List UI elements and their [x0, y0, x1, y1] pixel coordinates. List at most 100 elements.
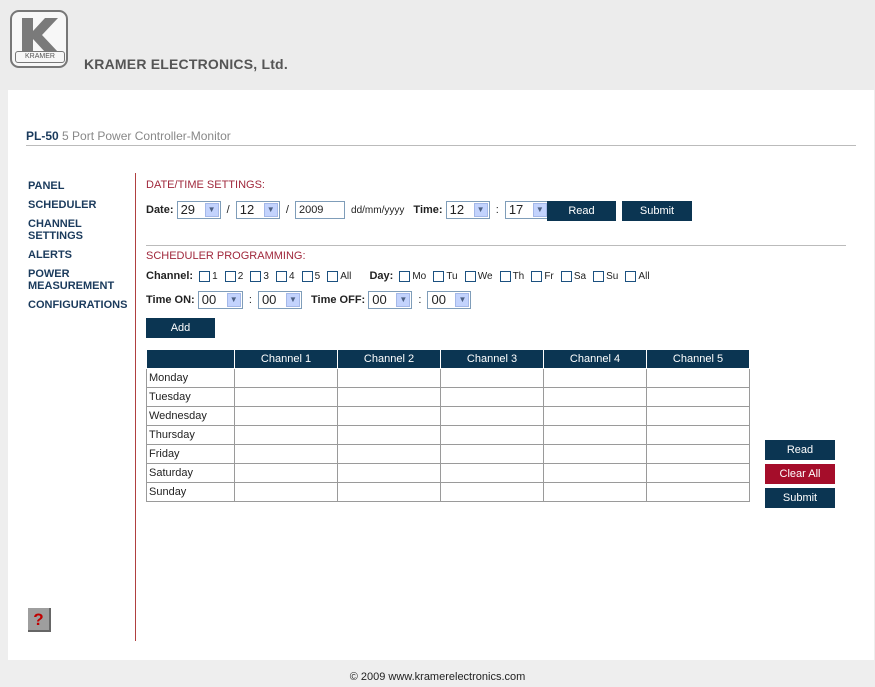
hour-value: 12: [449, 202, 465, 217]
day-tu-checkbox[interactable]: [433, 270, 445, 282]
schedule-cell: [234, 406, 338, 426]
datetime-submit-button[interactable]: Submit: [622, 201, 692, 221]
logo-wordmark: KRAMER: [15, 51, 65, 63]
channel-1-checkbox[interactable]: [199, 270, 211, 282]
day-all-label: All: [638, 270, 650, 282]
day-su-checkbox[interactable]: [593, 270, 605, 282]
schedule-cell: [234, 368, 338, 388]
day-sa-checkbox[interactable]: [560, 270, 572, 282]
help-button[interactable]: ?: [28, 608, 51, 632]
channel-all-checkbox[interactable]: [327, 270, 339, 282]
schedule-cell: [234, 425, 338, 445]
date-format-hint: dd/mm/yyyy: [351, 204, 405, 216]
channel-3-label: 3: [263, 270, 269, 282]
datetime-row: Date: 29 ▼ / 12 ▼ / 2009 dd/mm/yyyy Time: …: [146, 201, 549, 219]
day-select[interactable]: 29 ▼: [176, 201, 221, 219]
day-cell: Monday: [146, 368, 235, 388]
time-label: Time:: [413, 203, 443, 216]
header: KRAMER KRAMER ELECTRONICS, Ltd.: [0, 0, 875, 90]
clear-all-button[interactable]: Clear All: [765, 464, 835, 484]
nav-alerts[interactable]: ALERTS: [28, 249, 138, 261]
table-row: Friday: [146, 444, 750, 464]
schedule-submit-button[interactable]: Submit: [765, 488, 835, 508]
add-button[interactable]: Add: [146, 318, 215, 338]
sidebar-nav: PANEL SCHEDULER CHANNEL SETTINGS ALERTS …: [28, 180, 138, 318]
date-separator: /: [226, 204, 230, 216]
nav-power-measurement[interactable]: POWER MEASUREMENT: [28, 268, 138, 292]
channel-5-checkbox[interactable]: [301, 270, 313, 282]
schedule-cell: [543, 444, 647, 464]
day-fr-checkbox[interactable]: [531, 270, 543, 282]
day-we-checkbox[interactable]: [464, 270, 476, 282]
table-header-cell: Channel 3: [440, 349, 544, 369]
day-label: Day:: [369, 270, 394, 283]
schedule-cell: [543, 406, 647, 426]
chevron-down-icon: ▼: [455, 293, 470, 307]
schedule-cell: [543, 387, 647, 407]
schedule-cell: [646, 368, 750, 388]
channel-label: Channel:: [146, 270, 194, 283]
nav-scheduler[interactable]: SCHEDULER: [28, 199, 138, 211]
schedule-cell: [543, 425, 647, 445]
nav-configurations[interactable]: CONFIGURATIONS: [28, 299, 138, 311]
datetime-read-button[interactable]: Read: [547, 201, 616, 221]
schedule-cell: [337, 387, 441, 407]
product-description: 5 Port Power Controller-Monitor: [62, 129, 231, 143]
schedule-cell: [337, 406, 441, 426]
schedule-cell: [440, 387, 544, 407]
schedule-cell: [646, 444, 750, 464]
nav-channel-settings[interactable]: CHANNEL SETTINGS: [28, 218, 138, 242]
table-row: Thursday: [146, 425, 750, 445]
month-select[interactable]: 12 ▼: [235, 201, 280, 219]
day-tu-label: Tu: [446, 270, 458, 282]
nav-panel[interactable]: PANEL: [28, 180, 138, 192]
table-header-row: Channel 1 Channel 2 Channel 3 Channel 4 …: [146, 349, 750, 369]
time-on-off-row: Time ON: 00 ▼ : 00 ▼ Time OFF: 00 ▼ : 00 ▼: [146, 291, 472, 309]
schedule-cell: [543, 482, 647, 502]
day-th-checkbox[interactable]: [499, 270, 511, 282]
hour-select[interactable]: 12 ▼: [445, 201, 490, 219]
channel-4-label: 4: [289, 270, 295, 282]
channel-3-checkbox[interactable]: [250, 270, 262, 282]
schedule-cell: [440, 425, 544, 445]
scheduler-section-title: SCHEDULER PROGRAMMING:: [146, 250, 306, 262]
day-all-checkbox[interactable]: [625, 270, 637, 282]
kramer-logo: KRAMER: [10, 10, 68, 68]
schedule-cell: [646, 425, 750, 445]
channel-day-row: Channel: 1 2 3 4 5 All Day: Mo Tu We Th …: [146, 270, 651, 282]
off-hour-select[interactable]: 00 ▼: [368, 291, 413, 309]
schedule-read-button[interactable]: Read: [765, 440, 835, 460]
table-row: Saturday: [146, 463, 750, 483]
schedule-cell: [234, 463, 338, 483]
schedule-cell: [646, 406, 750, 426]
schedule-cell: [337, 482, 441, 502]
off-minute-select[interactable]: 00 ▼: [427, 291, 472, 309]
table-row: Tuesday: [146, 387, 750, 407]
on-minute-select[interactable]: 00 ▼: [257, 291, 302, 309]
schedule-cell: [440, 482, 544, 502]
chevron-down-icon: ▼: [285, 293, 300, 307]
date-label: Date:: [146, 203, 174, 216]
footer-copyright: © 2009 www.kramerelectronics.com: [349, 671, 526, 683]
chevron-down-icon: ▼: [226, 293, 241, 307]
table-header-cell: [146, 349, 235, 369]
table-row: Monday: [146, 368, 750, 388]
table-header-cell: Channel 4: [543, 349, 647, 369]
off-minute-value: 00: [431, 292, 446, 307]
schedule-cell: [337, 463, 441, 483]
company-name: KRAMER ELECTRONICS, Ltd.: [84, 56, 288, 72]
schedule-cell: [234, 387, 338, 407]
day-mo-checkbox[interactable]: [399, 270, 411, 282]
on-hour-select[interactable]: 00 ▼: [197, 291, 243, 309]
product-title: PL-50 5 Port Power Controller-Monitor: [26, 129, 231, 143]
channel-4-checkbox[interactable]: [276, 270, 287, 282]
minute-select[interactable]: 17 ▼: [504, 201, 549, 219]
schedule-cell: [543, 368, 647, 388]
day-cell: Tuesday: [146, 387, 235, 407]
day-su-label: Su: [606, 270, 619, 282]
time-on-label: Time ON:: [146, 294, 195, 306]
channel-2-checkbox[interactable]: [224, 270, 236, 282]
year-input[interactable]: 2009: [294, 201, 345, 219]
day-cell: Saturday: [146, 463, 235, 483]
date-separator: /: [285, 204, 289, 216]
